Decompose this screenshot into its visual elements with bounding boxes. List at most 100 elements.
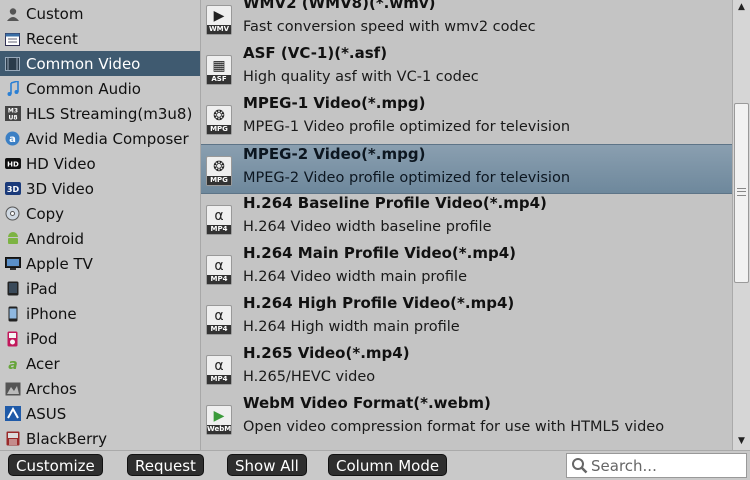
sidebar-item-iphone[interactable]: iPhone [0,301,200,326]
svg-text:a: a [9,134,16,145]
format-list-scrollbar[interactable]: ▲ ▼ [732,0,750,450]
format-name: MPEG-2 Video(*.mpg) [243,145,426,163]
sidebar-item-common-audio[interactable]: Common Audio [0,76,200,101]
sidebar-item-label: Archos [26,379,77,398]
user-icon [4,6,21,22]
hd-icon: HD [4,156,21,172]
column-mode-button[interactable]: Column Mode [328,454,448,476]
mp4-icon: α MP4 [206,255,232,285]
sidebar-item-common-video[interactable]: Common Video [0,51,200,76]
archos-icon [4,381,21,397]
format-name: ASF (VC-1)(*.asf) [243,44,388,62]
format-description: MPEG-2 Video profile optimized for telev… [243,170,571,186]
scroll-down-arrow-icon[interactable]: ▼ [733,434,750,448]
format-description: H.264 High width main profile [243,319,460,335]
format-description: Fast conversion speed with wmv2 codec [243,19,536,35]
format-description: H.264 Video width main profile [243,269,467,285]
calendar-icon [4,31,21,47]
sidebar-item-label: Apple TV [26,254,93,273]
sidebar-item-custom[interactable]: Custom [0,1,200,26]
asus-icon [4,406,21,422]
format-name: H.264 Main Profile Video(*.mp4) [243,244,516,262]
blackberry-icon [4,431,21,447]
sidebar-item-label: iPhone [26,304,77,323]
mpg-icon: ❂ MPG [206,105,232,135]
sidebar-item-label: Acer [26,354,60,373]
ipod-icon [4,331,21,347]
avid-icon: a [4,131,21,147]
webm-icon: ▶ WebM [206,405,232,435]
sidebar-item-label: Recent [26,29,78,48]
format-item-h264-main[interactable]: α MP4 H.264 Main Profile Video(*.mp4) H.2… [201,244,732,294]
format-item-wmv2[interactable]: ▶ WMV WMV2 (WMV8)(*.wmv) Fast conversion … [201,0,732,44]
sidebar-item-blackberry[interactable]: BlackBerry [0,426,200,450]
scrollbar-thumb[interactable] [734,103,749,283]
bottom-toolbar: Customize Request Show All Column Mode [0,450,750,480]
sidebar-item-ipod[interactable]: iPod [0,326,200,351]
sidebar-item-label: Common Audio [26,79,141,98]
category-sidebar: Custom Recent Common Video Common Audio … [0,0,201,450]
format-item-mpeg1[interactable]: ❂ MPG MPEG-1 Video(*.mpg) MPEG-1 Video pr… [201,94,732,144]
format-name: H.264 Baseline Profile Video(*.mp4) [243,194,547,212]
format-description: High quality asf with VC-1 codec [243,69,479,85]
svg-text:a: a [8,358,17,370]
svg-text:3D: 3D [6,185,19,194]
customize-button[interactable]: Customize [8,454,103,476]
format-description: Open video compression format for use wi… [243,419,665,435]
sidebar-item-copy[interactable]: Copy [0,201,200,226]
mp4-icon: α MP4 [206,305,232,335]
ipad-icon [4,281,21,297]
sidebar-item-label: HLS Streaming(m3u8) [26,104,193,123]
format-list: ▶ WMV WMV2 (WMV8)(*.wmv) Fast conversion … [201,0,732,450]
mp4-icon: α MP4 [206,355,232,385]
sidebar-item-apple-tv[interactable]: Apple TV [0,251,200,276]
sidebar-item-label: iPad [26,279,58,298]
sidebar-item-hls-streaming[interactable]: M3 U8 HLS Streaming(m3u8) [0,101,200,126]
disc-icon [4,206,21,222]
sidebar-item-ipad[interactable]: iPad [0,276,200,301]
sidebar-item-archos[interactable]: Archos [0,376,200,401]
sidebar-item-hd-video[interactable]: HD HD Video [0,151,200,176]
format-item-mpeg2[interactable]: ❂ MPG MPEG-2 Video(*.mpg) MPEG-2 Video pr… [201,144,732,194]
format-item-asf[interactable]: ▦ ASF ASF (VC-1)(*.asf) High quality asf … [201,44,732,94]
m3u8-icon: M3 U8 [4,106,21,122]
sidebar-item-recent[interactable]: Recent [0,26,200,51]
android-icon [4,231,21,247]
asf-icon: ▦ ASF [206,55,232,85]
sidebar-item-avid-media-composer[interactable]: a Avid Media Composer [0,126,200,151]
request-button[interactable]: Request [127,454,204,476]
show-all-button[interactable]: Show All [227,454,307,476]
svg-text:M3: M3 [7,108,17,115]
mp4-icon: α MP4 [206,205,232,235]
format-item-h265[interactable]: α MP4 H.265 Video(*.mp4) H.265/HEVC video [201,344,732,394]
music-note-icon [4,81,21,97]
search-box[interactable] [566,453,747,478]
grip-icon [737,188,746,196]
format-name: MPEG-1 Video(*.mpg) [243,94,426,112]
search-input[interactable] [591,456,741,476]
sidebar-item-asus[interactable]: ASUS [0,401,200,426]
sidebar-item-3d-video[interactable]: 3D 3D Video [0,176,200,201]
mpg-icon: ❂ MPG [206,156,232,186]
3d-icon: 3D [4,181,21,197]
iphone-icon [4,306,21,322]
format-description: H.264 Video width baseline profile [243,219,492,235]
format-description: MPEG-1 Video profile optimized for telev… [243,119,571,135]
format-item-webm[interactable]: ▶ WebM WebM Video Format(*.webm) Open vid… [201,394,732,444]
format-name: H.265 Video(*.mp4) [243,344,410,362]
sidebar-item-label: Copy [26,204,65,223]
format-item-h264-high[interactable]: α MP4 H.264 High Profile Video(*.mp4) H.2… [201,294,732,344]
format-item-h264-baseline[interactable]: α MP4 H.264 Baseline Profile Video(*.mp4)… [201,194,732,244]
wmv-icon: ▶ WMV [206,5,232,35]
sidebar-item-android[interactable]: Android [0,226,200,251]
sidebar-item-acer[interactable]: a Acer [0,351,200,376]
svg-text:HD: HD [7,161,19,169]
format-name: H.264 High Profile Video(*.mp4) [243,294,515,312]
format-name: WMV2 (WMV8)(*.wmv) [243,0,436,12]
acer-icon: a [4,356,21,372]
sidebar-item-label: 3D Video [26,179,94,198]
search-icon [571,457,588,474]
scroll-up-arrow-icon[interactable]: ▲ [733,0,750,14]
sidebar-item-label: HD Video [26,154,96,173]
sidebar-item-label: BlackBerry [26,429,108,448]
